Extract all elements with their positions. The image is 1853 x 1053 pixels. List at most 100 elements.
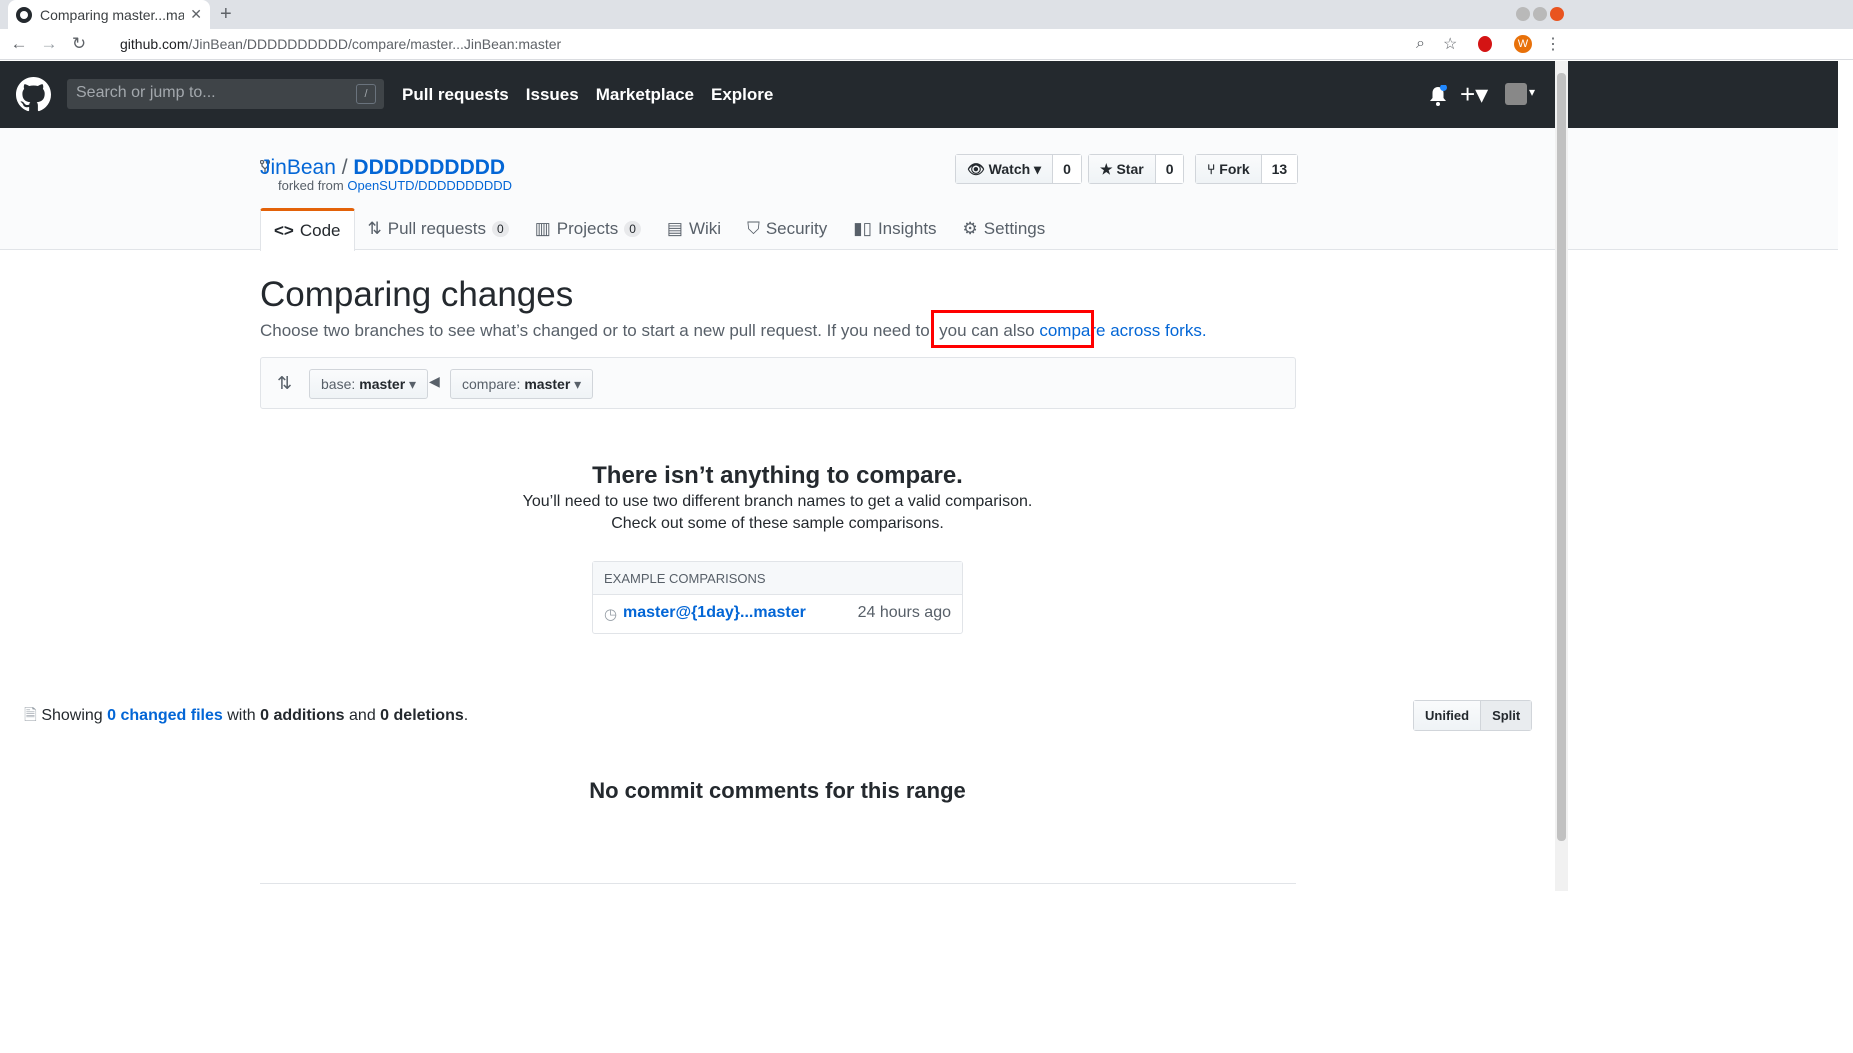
nav-explore[interactable]: Explore xyxy=(711,85,773,105)
tab-settings[interactable]: ⚙ Settings xyxy=(950,208,1059,250)
scrollbar-thumb[interactable] xyxy=(1557,73,1566,841)
gear-icon: ⚙ xyxy=(962,219,978,238)
nav-pull-requests[interactable]: Pull requests xyxy=(402,85,509,105)
search-placeholder: Search or jump to... xyxy=(76,84,216,101)
github-favicon-icon xyxy=(16,6,32,23)
repo-tabs: <> Code ⇅ Pull requests 0 ▥ Projects 0 ▤ Wiki … xyxy=(260,208,1059,251)
browser-menu-icon[interactable]: ⋮ xyxy=(1545,34,1561,54)
opera-extension-icon[interactable] xyxy=(1478,36,1492,52)
code-icon: <> xyxy=(274,221,294,240)
github-logo-icon[interactable] xyxy=(16,77,51,112)
tab-projects[interactable]: ▥ Projects 0 xyxy=(522,208,654,250)
browser-tab[interactable]: Comparing master...mast ✕ xyxy=(8,0,210,29)
tab-wiki-label: Wiki xyxy=(688,219,722,238)
create-new-plus-icon[interactable]: +▾ xyxy=(1460,79,1488,110)
user-avatar[interactable] xyxy=(1505,83,1527,105)
compare-branch-select[interactable]: compare: master ▾ xyxy=(450,369,594,399)
base-branch-select[interactable]: base: master ▾ xyxy=(309,369,429,399)
project-icon: ▥ xyxy=(534,219,551,238)
blankslate-line1: You’ll need to use two different branch … xyxy=(522,493,1033,510)
tab-code-label: Code xyxy=(299,221,341,240)
star-button[interactable]: ★ Star xyxy=(1089,155,1156,183)
tab-security-label: Security xyxy=(765,219,828,238)
minimize-window-icon[interactable] xyxy=(1516,7,1530,21)
star-label: Star xyxy=(1116,161,1144,177)
header-nav: Pull requests Issues Marketplace Explore xyxy=(402,85,773,105)
range-editor: ⇅ base: master ▾ ◀ compare: master ▾ xyxy=(260,357,1296,409)
address-bar-row: ← → ↻ github.com/JinBean/DDDDDDDDDD/comp… xyxy=(0,29,1853,60)
browser-tab-strip: Comparing master...mast ✕ + xyxy=(0,0,1853,29)
compare-value: master xyxy=(524,376,571,392)
fork-button[interactable]: ⑂ Fork xyxy=(1196,155,1262,183)
zoom-icon[interactable]: ⌕ xyxy=(1416,35,1425,53)
page-scrollbar[interactable] xyxy=(1555,61,1568,891)
maximize-window-icon[interactable] xyxy=(1533,7,1547,21)
tab-insights[interactable]: ▮▯ Insights xyxy=(840,208,949,250)
example-comparison-link[interactable]: master@{1day}...master xyxy=(623,604,806,622)
tab-security[interactable]: ⛉ Security xyxy=(734,208,840,250)
projects-counter: 0 xyxy=(624,221,641,237)
tab-projects-label: Projects xyxy=(556,219,619,238)
tab-settings-label: Settings xyxy=(983,219,1046,238)
diff-summary: 🗎 Showing 0 changed files with 0 additio… xyxy=(24,704,468,731)
star-button-group: ★ Star 0 xyxy=(1088,154,1185,184)
diff-view-toggle: Unified Split xyxy=(1413,700,1533,731)
base-value: master xyxy=(359,376,406,392)
blankslate-line2: Check out some of these sample compariso… xyxy=(611,515,944,532)
profile-avatar-icon[interactable]: W xyxy=(1514,35,1532,53)
unified-view-button[interactable]: Unified xyxy=(1414,701,1481,730)
fork-count[interactable]: 13 xyxy=(1261,155,1298,183)
forked-from-link[interactable]: OpenSUTD/DDDDDDDDDD xyxy=(347,178,512,193)
book-icon: ▤ xyxy=(666,219,683,238)
example-comparisons-header: EXAMPLE COMPARISONS xyxy=(593,562,962,595)
back-icon[interactable]: ← xyxy=(8,34,30,54)
compare-label: compare: xyxy=(462,376,521,392)
repo-title: JinBean / DDDDDDDDDD xyxy=(260,156,505,180)
compare-subtitle-text: Choose two branches to see what’s change… xyxy=(260,321,1035,340)
graph-icon: ▮▯ xyxy=(853,219,872,238)
new-tab-icon[interactable]: + xyxy=(220,3,232,26)
summary-deletions: 0 deletions xyxy=(380,707,464,724)
example-comparison-row[interactable]: ◷ master@{1day}...master 24 hours ago xyxy=(593,595,962,633)
user-menu-caret-icon[interactable]: ▾ xyxy=(1529,85,1535,99)
blankslate-title: There isn’t anything to compare. xyxy=(592,462,963,489)
forked-from-prefix: forked from xyxy=(278,178,344,193)
notification-bell-icon[interactable] xyxy=(1428,85,1448,107)
watch-count[interactable]: 0 xyxy=(1053,155,1081,183)
pull-requests-counter: 0 xyxy=(492,221,509,237)
fork-icon: ⑂ xyxy=(1207,161,1220,177)
forward-icon[interactable]: → xyxy=(38,34,60,54)
url-host: github.com xyxy=(120,36,189,52)
watch-button[interactable]: 👁 Watch ▾ xyxy=(956,155,1054,183)
highlight-box xyxy=(931,310,1094,348)
nav-marketplace[interactable]: Marketplace xyxy=(596,85,694,105)
tab-code[interactable]: <> Code xyxy=(260,208,355,251)
star-count[interactable]: 0 xyxy=(1155,155,1184,183)
reload-icon[interactable]: ↻ xyxy=(68,34,90,54)
fork-button-group: ⑂ Fork 13 xyxy=(1195,154,1299,184)
forked-from-note: forked from OpenSUTD/DDDDDDDDDD xyxy=(278,178,512,193)
watch-label: Watch xyxy=(988,161,1031,177)
tab-pull-requests[interactable]: ⇅ Pull requests 0 xyxy=(355,208,522,250)
tab-wiki[interactable]: ▤ Wiki xyxy=(654,208,734,250)
star-icon: ★ xyxy=(1100,160,1117,177)
arrow-left-icon: ◀ xyxy=(429,373,440,389)
page-title: Comparing changes xyxy=(260,275,574,314)
close-tab-icon[interactable]: ✕ xyxy=(190,6,202,23)
repo-title-separator: / xyxy=(341,156,348,179)
repo-owner-link[interactable]: JinBean xyxy=(260,156,336,179)
bookmark-star-icon[interactable]: ☆ xyxy=(1443,34,1457,54)
close-window-icon[interactable] xyxy=(1550,7,1564,21)
repo-name-link[interactable]: DDDDDDDDDD xyxy=(353,156,505,179)
changed-files-link[interactable]: 0 changed files xyxy=(107,707,223,724)
divider xyxy=(260,883,1296,884)
eye-icon: 👁 xyxy=(967,160,989,177)
summary-showing: Showing xyxy=(41,707,103,724)
nav-issues[interactable]: Issues xyxy=(526,85,579,105)
shield-icon: ⛉ xyxy=(747,219,760,238)
example-comparison-time: 24 hours ago xyxy=(857,604,951,621)
search-input[interactable]: Search or jump to... / xyxy=(67,79,384,109)
compare-arrows-icon: ⇅ xyxy=(277,373,293,393)
split-view-button[interactable]: Split xyxy=(1480,701,1532,730)
address-field[interactable]: github.com/JinBean/DDDDDDDDDD/compare/ma… xyxy=(120,36,561,52)
